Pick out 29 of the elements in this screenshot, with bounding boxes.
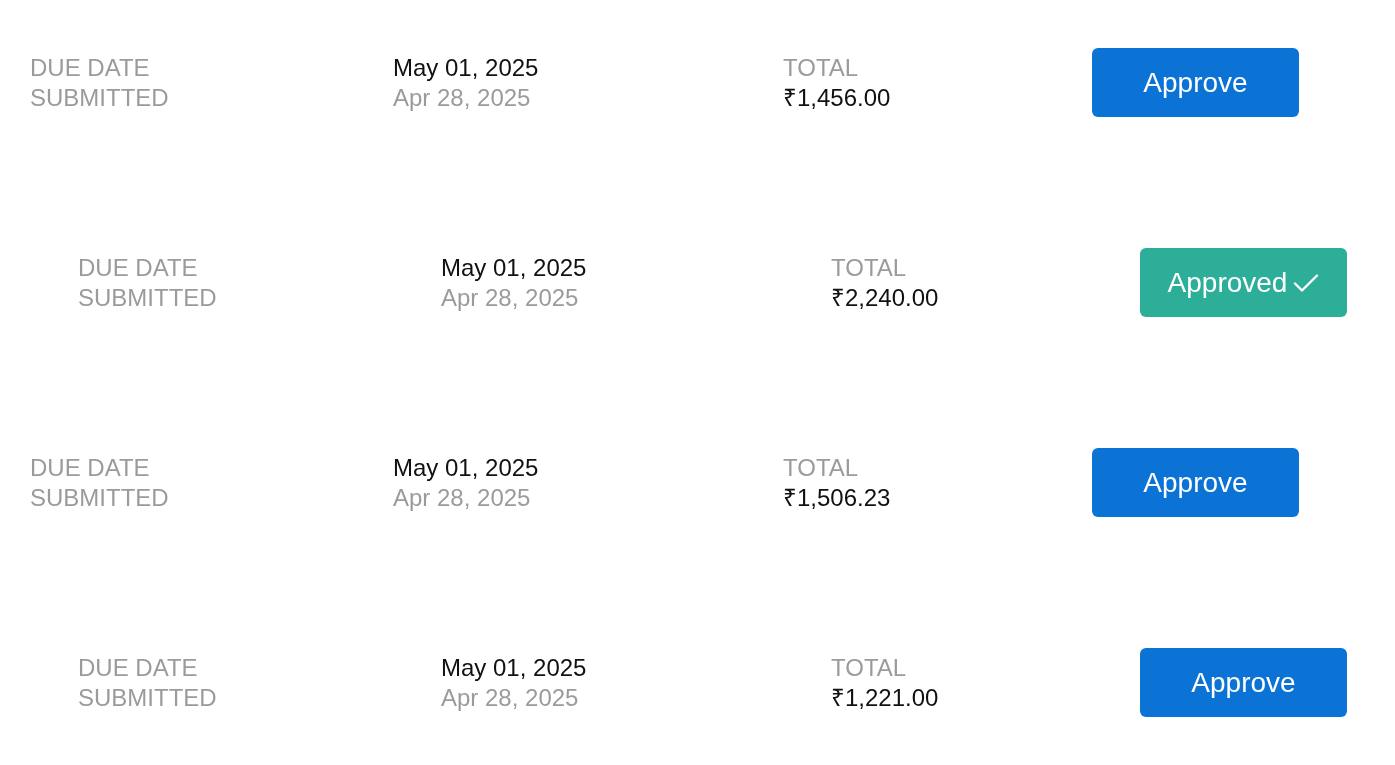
due-date-label: DUE DATE xyxy=(78,252,198,283)
total-label: TOTAL xyxy=(831,252,907,283)
approved-button[interactable]: Approved xyxy=(1140,248,1347,317)
due-date-label: DUE DATE xyxy=(78,652,198,683)
submitted-date-value: Apr 28, 2025 xyxy=(441,682,579,713)
due-date-label: DUE DATE xyxy=(30,52,150,83)
due-date-value: May 01, 2025 xyxy=(441,252,587,283)
due-date-value: May 01, 2025 xyxy=(393,452,539,483)
due-date-value: May 01, 2025 xyxy=(393,52,539,83)
due-date-label: DUE DATE xyxy=(30,452,150,483)
check-icon xyxy=(1293,272,1320,293)
total-amount: ₹1,221.00 xyxy=(831,682,939,713)
total-label: TOTAL xyxy=(831,652,907,683)
total-label: TOTAL xyxy=(783,52,859,83)
submitted-label: SUBMITTED xyxy=(78,282,217,313)
submitted-label: SUBMITTED xyxy=(78,682,217,713)
approve-button[interactable]: Approve xyxy=(1140,648,1347,717)
approve-button[interactable]: Approve xyxy=(1092,48,1299,117)
total-amount: ₹2,240.00 xyxy=(831,282,939,313)
total-amount: ₹1,456.00 xyxy=(783,82,891,113)
total-label: TOTAL xyxy=(783,452,859,483)
due-date-value: May 01, 2025 xyxy=(441,652,587,683)
submitted-date-value: Apr 28, 2025 xyxy=(441,282,579,313)
approve-button[interactable]: Approve xyxy=(1092,448,1299,517)
submitted-date-value: Apr 28, 2025 xyxy=(393,82,531,113)
submitted-label: SUBMITTED xyxy=(30,482,169,513)
submitted-label: SUBMITTED xyxy=(30,82,169,113)
total-amount: ₹1,506.23 xyxy=(783,482,891,513)
submitted-date-value: Apr 28, 2025 xyxy=(393,482,531,513)
